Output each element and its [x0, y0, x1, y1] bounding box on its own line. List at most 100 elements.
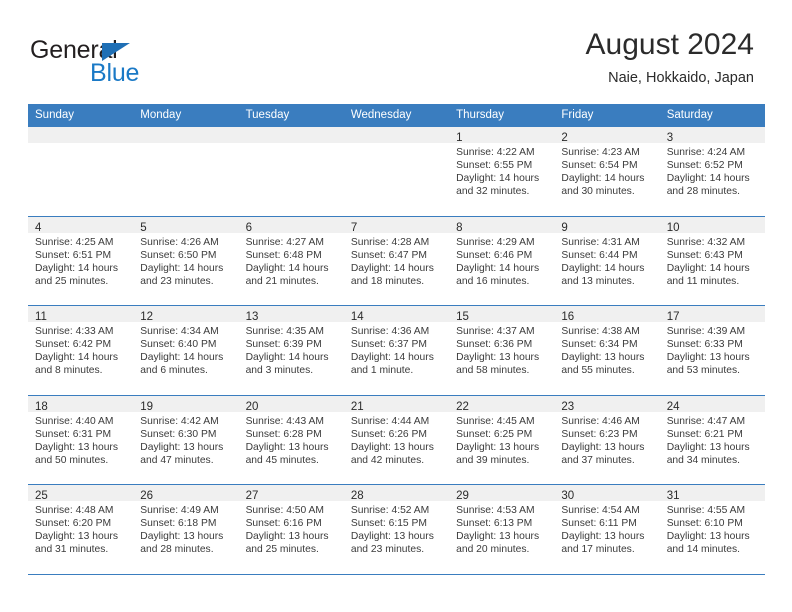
day-number-band: 2	[554, 127, 660, 144]
day-cell[interactable]: 25 Sunrise: 4:48 AM Sunset: 6:20 PM Dayl…	[28, 485, 134, 574]
sunrise-text: Sunrise: 4:54 AM	[561, 505, 640, 516]
day-number-band	[343, 127, 450, 143]
sunset-text: Sunset: 6:13 PM	[456, 518, 533, 530]
daylight-text-line1: Daylight: 14 hours	[666, 173, 750, 185]
day-cell[interactable]: 29 Sunrise: 4:53 AM Sunset: 6:13 PM Dayl…	[449, 485, 555, 574]
weekday-header-saturday: Saturday	[666, 109, 713, 121]
sunrise-text: Sunrise: 4:45 AM	[456, 415, 535, 427]
day-cell[interactable]	[343, 127, 450, 216]
day-number-band: 9	[554, 216, 660, 234]
title-block: August 2024 Naie, Hokkaido, Japan	[586, 28, 754, 88]
day-details: Sunrise: 4:44 AM Sunset: 6:26 PM Dayligh…	[344, 412, 449, 467]
sunset-text: Sunset: 6:40 PM	[140, 339, 217, 351]
day-details: Sunrise: 4:28 AM Sunset: 6:47 PM Dayligh…	[344, 233, 449, 288]
day-cell[interactable]: 28 Sunrise: 4:52 AM Sunset: 6:15 PM Dayl…	[343, 485, 450, 574]
day-cell[interactable]: 27 Sunrise: 4:50 AM Sunset: 6:16 PM Dayl…	[238, 485, 344, 574]
daylight-text-line2: and 28 minutes.	[140, 544, 214, 556]
day-details: Sunrise: 4:39 AM Sunset: 6:33 PM Dayligh…	[660, 322, 765, 377]
sunrise-text: Sunrise: 4:24 AM	[666, 147, 746, 158]
day-details: Sunrise: 4:54 AM Sunset: 6:11 PM Dayligh…	[554, 501, 659, 556]
day-cell[interactable]: 26 Sunrise: 4:49 AM Sunset: 6:18 PM Dayl…	[133, 485, 239, 574]
sunrise-text: Sunrise: 4:26 AM	[140, 236, 219, 248]
sunset-text: Sunset: 6:50 PM	[140, 249, 217, 261]
day-details: Sunrise: 4:27 AM Sunset: 6:48 PM Dayligh…	[239, 233, 344, 288]
day-cell[interactable]: 16 Sunrise: 4:38 AM Sunset: 6:34 PM Dayl…	[554, 306, 660, 395]
day-details: Sunrise: 4:25 AM Sunset: 6:51 PM Dayligh…	[28, 233, 133, 288]
logo-text-blue: Blue	[90, 59, 140, 87]
sunset-text: Sunset: 6:23 PM	[561, 428, 638, 440]
day-cell[interactable]	[133, 127, 239, 216]
day-cell[interactable]: 13 Sunrise: 4:35 AM Sunset: 6:39 PM Dayl…	[238, 306, 344, 395]
day-number-band: 27	[238, 485, 344, 502]
day-number: 3	[666, 132, 674, 144]
sunset-text: Sunset: 6:37 PM	[350, 339, 427, 351]
day-number: 28	[350, 490, 364, 502]
week-row: 4 Sunrise: 4:25 AM Sunset: 6:51 PM Dayli…	[28, 215, 765, 305]
sunrise-text: Sunrise: 4:55 AM	[666, 505, 746, 516]
daylight-text-line1: Daylight: 14 hours	[140, 262, 224, 274]
day-cell[interactable]: 14 Sunrise: 4:36 AM Sunset: 6:37 PM Dayl…	[343, 306, 450, 395]
day-details: Sunrise: 4:37 AM Sunset: 6:36 PM Dayligh…	[449, 322, 554, 377]
day-details	[28, 143, 133, 146]
sunrise-text: Sunrise: 4:47 AM	[666, 415, 746, 427]
day-cell[interactable]	[238, 127, 344, 216]
day-number: 31	[666, 490, 680, 502]
day-cell[interactable]: 3 Sunrise: 4:24 AM Sunset: 6:52 PM Dayli…	[659, 127, 765, 216]
day-details: Sunrise: 4:36 AM Sunset: 6:37 PM Dayligh…	[344, 322, 449, 377]
day-cell[interactable]: 2 Sunrise: 4:23 AM Sunset: 6:54 PM Dayli…	[554, 127, 660, 216]
day-cell[interactable]: 6 Sunrise: 4:27 AM Sunset: 6:48 PM Dayli…	[238, 216, 344, 305]
weekday-header-sunday: Sunday	[35, 109, 75, 121]
daylight-text-line2: and 16 minutes.	[456, 275, 530, 287]
day-cell[interactable]: 15 Sunrise: 4:37 AM Sunset: 6:36 PM Dayl…	[449, 306, 555, 395]
day-cell[interactable]: 19 Sunrise: 4:42 AM Sunset: 6:30 PM Dayl…	[133, 395, 239, 484]
day-details: Sunrise: 4:45 AM Sunset: 6:25 PM Dayligh…	[449, 412, 554, 467]
day-cell[interactable]: 7 Sunrise: 4:28 AM Sunset: 6:47 PM Dayli…	[343, 216, 450, 305]
day-cell[interactable]: 12 Sunrise: 4:34 AM Sunset: 6:40 PM Dayl…	[133, 306, 239, 395]
day-number-band: 12	[133, 306, 239, 323]
day-details	[344, 143, 449, 146]
sunrise-text: Sunrise: 4:36 AM	[350, 326, 430, 337]
day-number: 19	[140, 400, 154, 413]
day-cell[interactable]: 11 Sunrise: 4:33 AM Sunset: 6:42 PM Dayl…	[28, 306, 134, 395]
day-cell[interactable]: 17 Sunrise: 4:39 AM Sunset: 6:33 PM Dayl…	[659, 306, 765, 395]
day-cell[interactable]: 31 Sunrise: 4:55 AM Sunset: 6:10 PM Dayl…	[659, 485, 765, 574]
week-row: 25 Sunrise: 4:48 AM Sunset: 6:20 PM Dayl…	[28, 484, 765, 575]
daylight-text-line2: and 30 minutes.	[561, 186, 635, 198]
sunset-text: Sunset: 6:46 PM	[456, 249, 533, 261]
sunset-text: Sunset: 6:42 PM	[35, 339, 112, 351]
sunrise-text: Sunrise: 4:40 AM	[35, 415, 114, 427]
day-cell[interactable]: 8 Sunrise: 4:29 AM Sunset: 6:46 PM Dayli…	[449, 216, 555, 305]
day-cell[interactable]: 4 Sunrise: 4:25 AM Sunset: 6:51 PM Dayli…	[28, 216, 134, 305]
sunset-text: Sunset: 6:18 PM	[140, 518, 217, 530]
day-cell[interactable]: 1 Sunrise: 4:22 AM Sunset: 6:55 PM Dayli…	[449, 127, 555, 216]
day-number: 1	[456, 132, 463, 144]
day-details: Sunrise: 4:43 AM Sunset: 6:28 PM Dayligh…	[239, 412, 344, 467]
day-cell[interactable]: 24 Sunrise: 4:47 AM Sunset: 6:21 PM Dayl…	[659, 395, 765, 484]
daylight-text-line1: Daylight: 14 hours	[350, 262, 434, 274]
day-details: Sunrise: 4:23 AM Sunset: 6:54 PM Dayligh…	[554, 143, 659, 198]
day-cell[interactable]: 18 Sunrise: 4:40 AM Sunset: 6:31 PM Dayl…	[28, 395, 134, 484]
day-cell[interactable]: 5 Sunrise: 4:26 AM Sunset: 6:50 PM Dayli…	[133, 216, 239, 305]
day-cell[interactable]: 20 Sunrise: 4:43 AM Sunset: 6:28 PM Dayl…	[238, 395, 344, 484]
day-cell[interactable]: 10 Sunrise: 4:32 AM Sunset: 6:43 PM Dayl…	[659, 216, 765, 305]
day-number: 18	[35, 400, 48, 413]
sunrise-text: Sunrise: 4:43 AM	[245, 415, 324, 427]
day-cell[interactable]: 9 Sunrise: 4:31 AM Sunset: 6:44 PM Dayli…	[554, 216, 660, 305]
sunset-text: Sunset: 6:44 PM	[561, 249, 638, 261]
weekday-header-tuesday: Tuesday	[245, 109, 290, 121]
day-cell[interactable]	[28, 127, 134, 216]
day-cell[interactable]: 22 Sunrise: 4:45 AM Sunset: 6:25 PM Dayl…	[449, 395, 555, 484]
day-cell[interactable]: 23 Sunrise: 4:46 AM Sunset: 6:23 PM Dayl…	[554, 395, 660, 484]
daylight-text-line1: Daylight: 14 hours	[561, 173, 645, 185]
sunset-text: Sunset: 6:10 PM	[666, 518, 743, 530]
sunset-text: Sunset: 6:31 PM	[35, 428, 112, 440]
daylight-text-line2: and 37 minutes.	[561, 454, 635, 466]
daylight-text-line1: Daylight: 14 hours	[140, 352, 224, 364]
daylight-text-line2: and 25 minutes.	[35, 275, 109, 287]
daylight-text-line1: Daylight: 13 hours	[561, 531, 645, 543]
day-cell[interactable]: 21 Sunrise: 4:44 AM Sunset: 6:26 PM Dayl…	[343, 395, 450, 484]
sunset-text: Sunset: 6:54 PM	[561, 160, 638, 172]
sunset-text: Sunset: 6:36 PM	[456, 339, 533, 351]
day-cell[interactable]: 30 Sunrise: 4:54 AM Sunset: 6:11 PM Dayl…	[554, 485, 660, 574]
day-details: Sunrise: 4:55 AM Sunset: 6:10 PM Dayligh…	[660, 501, 765, 556]
